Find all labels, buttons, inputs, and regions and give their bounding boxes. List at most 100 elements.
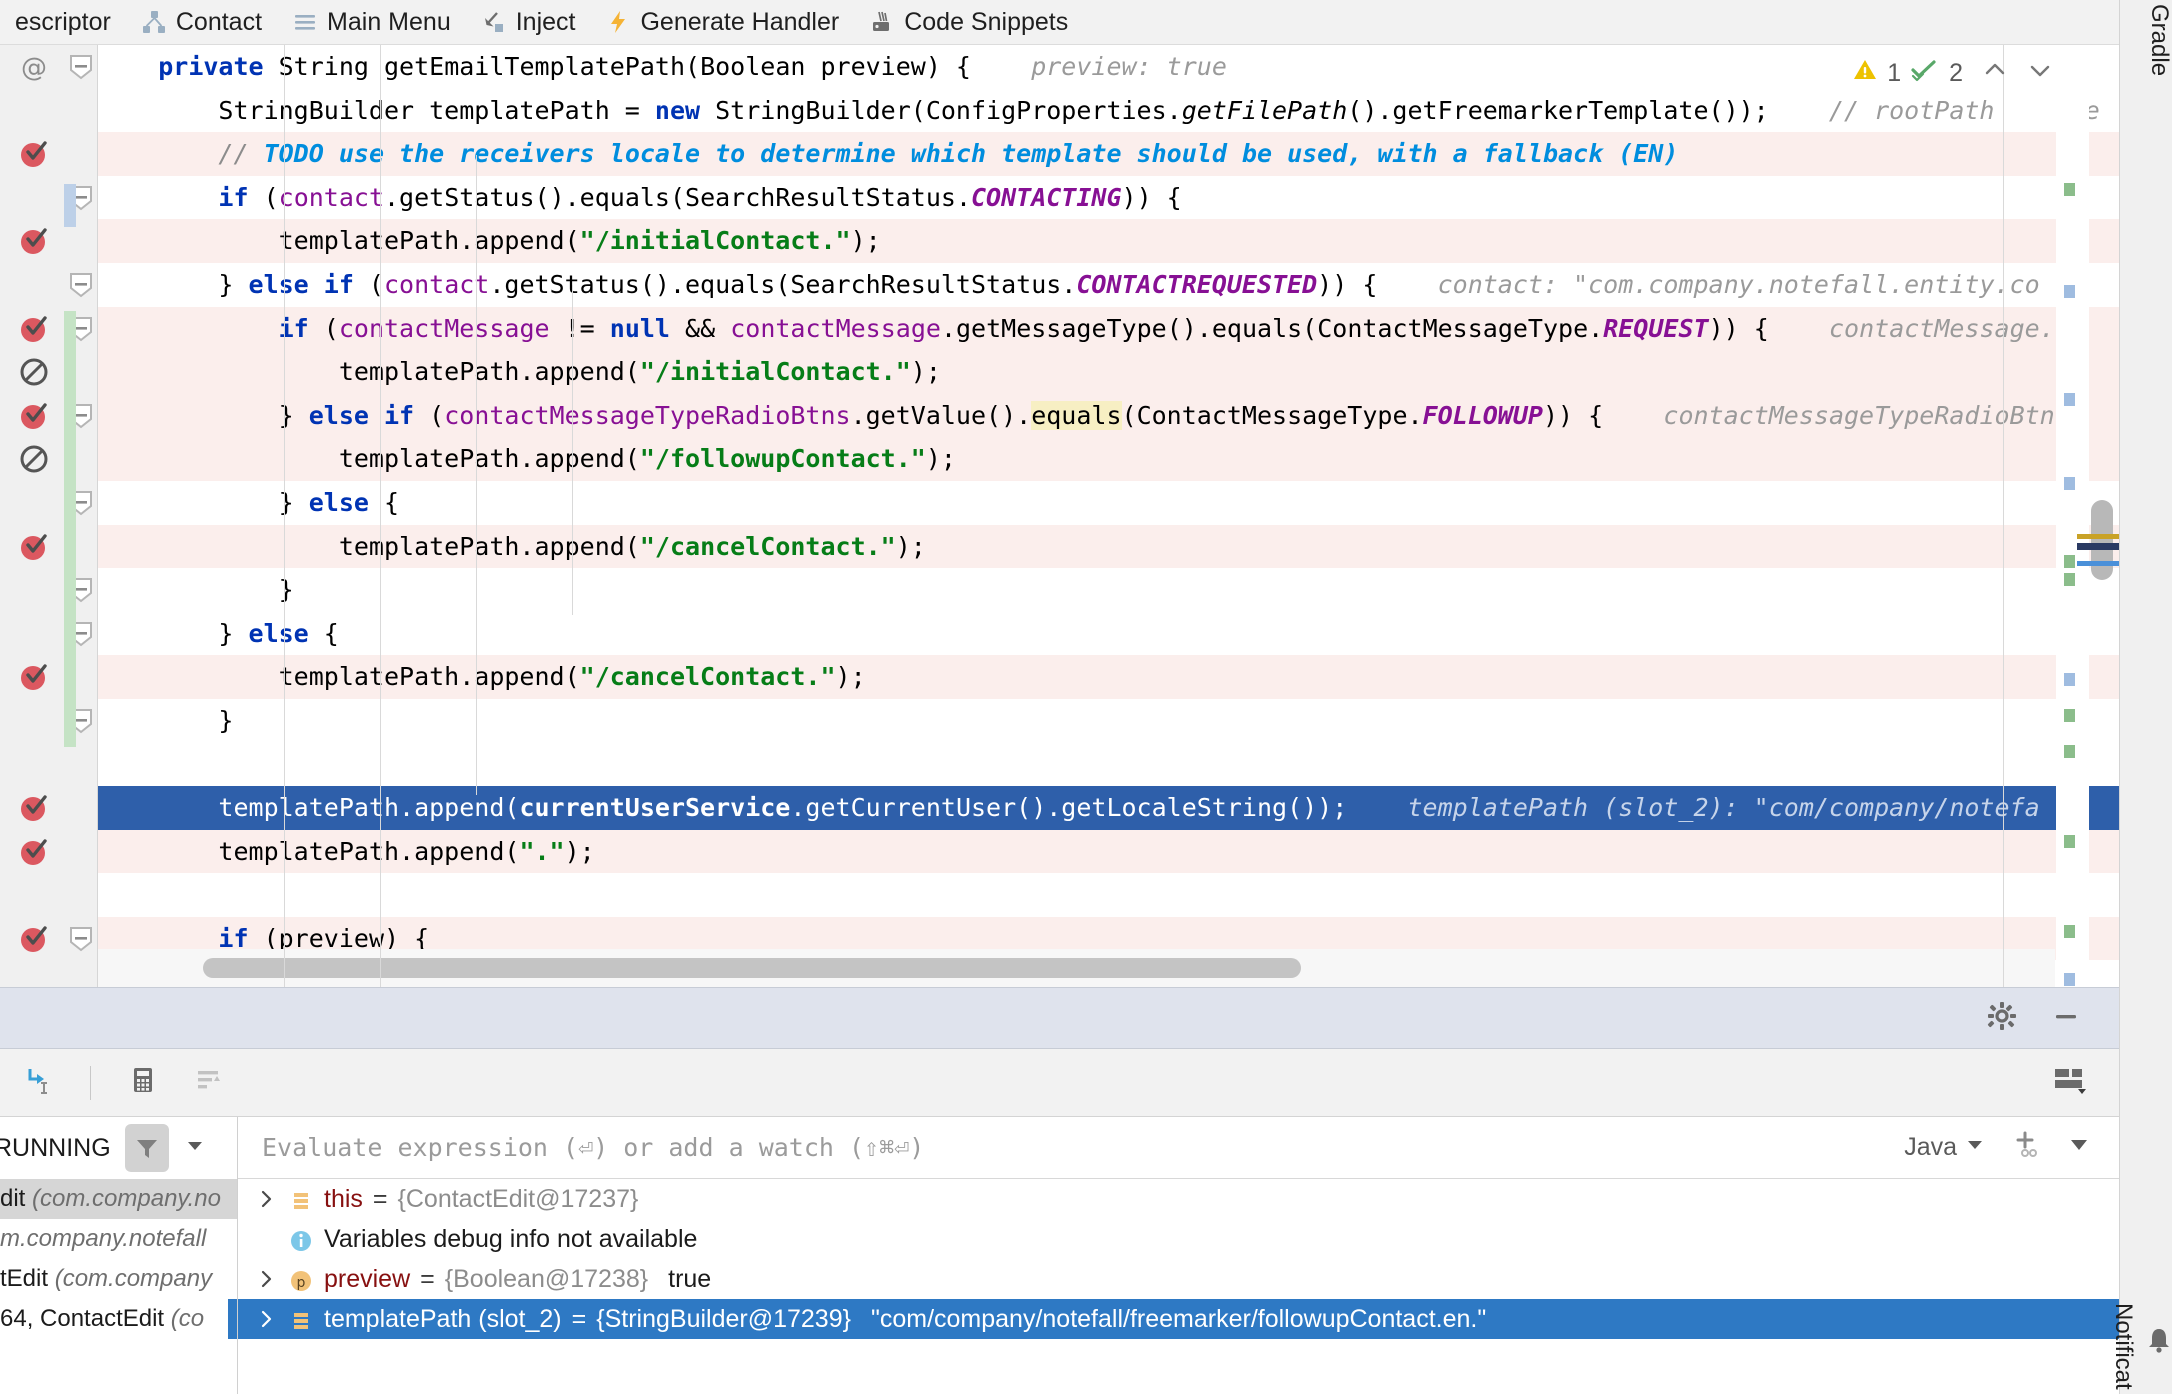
chevron-right-icon[interactable] bbox=[254, 1188, 278, 1210]
evaluate-expression-input[interactable]: Evaluate expression (⏎) or add a watch (… bbox=[238, 1117, 1885, 1179]
code-line[interactable]: StringBuilder templatePath = new StringB… bbox=[98, 89, 2119, 133]
breakpoint-muted-icon[interactable] bbox=[18, 356, 50, 388]
code-token: getFilePath bbox=[1181, 95, 1348, 125]
code-line[interactable]: } else if (contactMessageTypeRadioBtns.g… bbox=[98, 393, 2119, 438]
stripe-marker[interactable] bbox=[2064, 555, 2075, 568]
breakpoint-icon[interactable] bbox=[18, 531, 50, 563]
code-line[interactable]: if (contact.getStatus().equals(SearchRes… bbox=[98, 176, 2119, 220]
variable-row[interactable]: templatePath (slot_2) = {StringBuilder@1… bbox=[238, 1299, 2119, 1339]
frame-list-item[interactable]: 64, ContactEdit (co bbox=[0, 1299, 237, 1339]
stripe-marker[interactable] bbox=[2064, 477, 2075, 490]
add-watch-icon[interactable] bbox=[2011, 1129, 2041, 1166]
annotation-at-icon[interactable]: @ bbox=[18, 52, 50, 84]
vcs-added-marker[interactable] bbox=[64, 310, 76, 747]
frame-list-item[interactable]: tEdit (com.company bbox=[0, 1259, 237, 1299]
code-line[interactable]: } bbox=[98, 568, 2119, 612]
next-problem-icon[interactable] bbox=[2027, 57, 2053, 90]
filter-icon[interactable] bbox=[124, 1124, 169, 1172]
error-stripe-scrollbar[interactable] bbox=[2056, 45, 2089, 987]
code-line[interactable]: // TODO use the receivers locale to dete… bbox=[98, 132, 2119, 176]
restore-frame-icon[interactable] bbox=[12, 1064, 64, 1101]
minimize-icon[interactable] bbox=[2051, 1001, 2081, 1036]
code-line[interactable]: templatePath.append("."); bbox=[98, 829, 2119, 874]
code-editor[interactable]: private String getEmailTemplatePath(Bool… bbox=[0, 45, 2119, 987]
breakpoint-icon[interactable] bbox=[18, 792, 50, 824]
variable-row[interactable]: p preview = {Boolean@17238} true bbox=[238, 1259, 2119, 1299]
toolbar-item-contact[interactable]: Contact bbox=[126, 0, 277, 44]
inspections-widget[interactable]: 1 2 bbox=[1852, 57, 2053, 90]
code-lines-container[interactable]: private String getEmailTemplatePath(Bool… bbox=[98, 45, 2119, 987]
breakpoint-icon[interactable] bbox=[18, 400, 50, 432]
language-selector[interactable]: Java bbox=[1904, 1133, 1985, 1162]
stripe-marker[interactable] bbox=[2064, 745, 2075, 758]
code-line[interactable]: } else { bbox=[98, 612, 2119, 656]
breakpoint-icon[interactable] bbox=[18, 225, 50, 257]
code-line[interactable]: templatePath.append("/followupContact.")… bbox=[98, 437, 2119, 481]
toolbar-item-code-snippets[interactable]: Code Snippets bbox=[854, 0, 1083, 44]
scrollbar-thumb[interactable] bbox=[2091, 500, 2113, 580]
code-line[interactable] bbox=[98, 743, 2119, 787]
gear-icon[interactable] bbox=[1987, 1001, 2017, 1036]
chevron-right-icon[interactable] bbox=[254, 1308, 278, 1330]
fold-collapse-icon[interactable] bbox=[68, 54, 94, 80]
code-line[interactable] bbox=[98, 873, 2119, 917]
toolwindow-tab-gradle[interactable]: Gradle bbox=[2120, 4, 2172, 76]
code-line[interactable]: templatePath.append(currentUserService.g… bbox=[98, 786, 2119, 830]
stripe-marker[interactable] bbox=[2064, 573, 2075, 586]
sort-values-icon[interactable] bbox=[187, 1064, 231, 1101]
code-line[interactable]: templatePath.append("/initialContact."); bbox=[98, 350, 2119, 394]
toolbar-item-main-menu[interactable]: Main Menu bbox=[277, 0, 466, 44]
code-line[interactable]: templatePath.append("/cancelContact."); bbox=[98, 524, 2119, 569]
inline-debug-hint[interactable]: // rootPath te bbox=[1769, 96, 2100, 125]
stripe-marker[interactable] bbox=[2064, 973, 2075, 986]
prev-problem-icon[interactable] bbox=[1982, 57, 2008, 90]
code-line[interactable]: if (contactMessage != null && contactMes… bbox=[98, 306, 2119, 351]
code-line[interactable]: } else if (contact.getStatus().equals(Se… bbox=[98, 263, 2119, 307]
variable-row[interactable]: Variables debug info not available bbox=[238, 1219, 2119, 1259]
bell-icon bbox=[2145, 1326, 2172, 1361]
breakpoint-icon[interactable] bbox=[18, 661, 50, 693]
code-line[interactable]: private String getEmailTemplatePath(Bool… bbox=[98, 45, 2119, 89]
editor-hscrollbar-thumb[interactable] bbox=[203, 958, 1301, 978]
inline-debug-hint[interactable]: templatePath (slot_2): "com/company/note… bbox=[1347, 793, 2039, 822]
toolbar-item-descriptor[interactable]: escriptor bbox=[0, 0, 126, 44]
stripe-marker[interactable] bbox=[2064, 925, 2075, 938]
code-line[interactable]: } else { bbox=[98, 481, 2119, 525]
stripe-marker[interactable] bbox=[2064, 183, 2075, 196]
toolbar-item-inject[interactable]: Inject bbox=[466, 0, 591, 44]
stripe-marker[interactable] bbox=[2064, 393, 2075, 406]
breakpoint-icon[interactable] bbox=[18, 923, 50, 955]
inline-debug-hint[interactable]: contactMessage. bbox=[1769, 314, 2055, 343]
chevron-right-icon[interactable] bbox=[254, 1268, 278, 1290]
inline-debug-hint[interactable]: contact: "com.company.notefall.entity.co bbox=[1377, 270, 2040, 299]
frame-list-item[interactable]: m.company.notefall bbox=[0, 1219, 237, 1259]
breakpoint-icon[interactable] bbox=[18, 138, 50, 170]
code-token: templatePath.append( bbox=[98, 226, 580, 256]
breakpoint-icon[interactable] bbox=[18, 836, 50, 868]
variable-row[interactable]: this = {ContactEdit@17237} bbox=[238, 1179, 2119, 1219]
toolwindow-tab-notifications[interactable]: Notificat bbox=[2110, 1303, 2172, 1390]
frame-list-item[interactable]: dit (com.company.no bbox=[0, 1179, 237, 1219]
calculator-icon[interactable] bbox=[117, 1064, 169, 1101]
more-options-icon[interactable] bbox=[2067, 1132, 2091, 1163]
inline-debug-hint[interactable]: preview: true bbox=[971, 52, 1227, 81]
code-line[interactable]: } bbox=[98, 699, 2119, 743]
stripe-marker[interactable] bbox=[2064, 709, 2075, 722]
fold-collapse-icon[interactable] bbox=[68, 926, 94, 952]
breakpoint-muted-icon[interactable] bbox=[18, 443, 50, 475]
frames-panel[interactable]: dit (com.company.no m.company.notefall tEd… bbox=[0, 1179, 238, 1394]
code-line[interactable]: templatePath.append("/initialContact."); bbox=[98, 219, 2119, 263]
stripe-marker[interactable] bbox=[2064, 835, 2075, 848]
breakpoint-icon[interactable] bbox=[18, 313, 50, 345]
vcs-modified-marker[interactable] bbox=[64, 183, 76, 228]
stripe-marker[interactable] bbox=[2064, 673, 2075, 686]
layout-settings-icon[interactable] bbox=[2053, 1065, 2119, 1100]
variables-panel[interactable]: this = {ContactEdit@17237} Variables debu… bbox=[238, 1179, 2119, 1394]
code-line[interactable]: templatePath.append("/cancelContact."); bbox=[98, 655, 2119, 699]
toolbar-item-generate-handler[interactable]: Generate Handler bbox=[590, 0, 854, 44]
editor-hscrollbar[interactable] bbox=[98, 949, 2055, 987]
fold-collapse-icon[interactable] bbox=[68, 272, 94, 298]
stripe-marker[interactable] bbox=[2064, 285, 2075, 298]
inline-debug-hint[interactable]: contactMessageTypeRadioBtn bbox=[1603, 401, 2054, 430]
frames-dropdown-icon[interactable] bbox=[183, 1133, 207, 1164]
